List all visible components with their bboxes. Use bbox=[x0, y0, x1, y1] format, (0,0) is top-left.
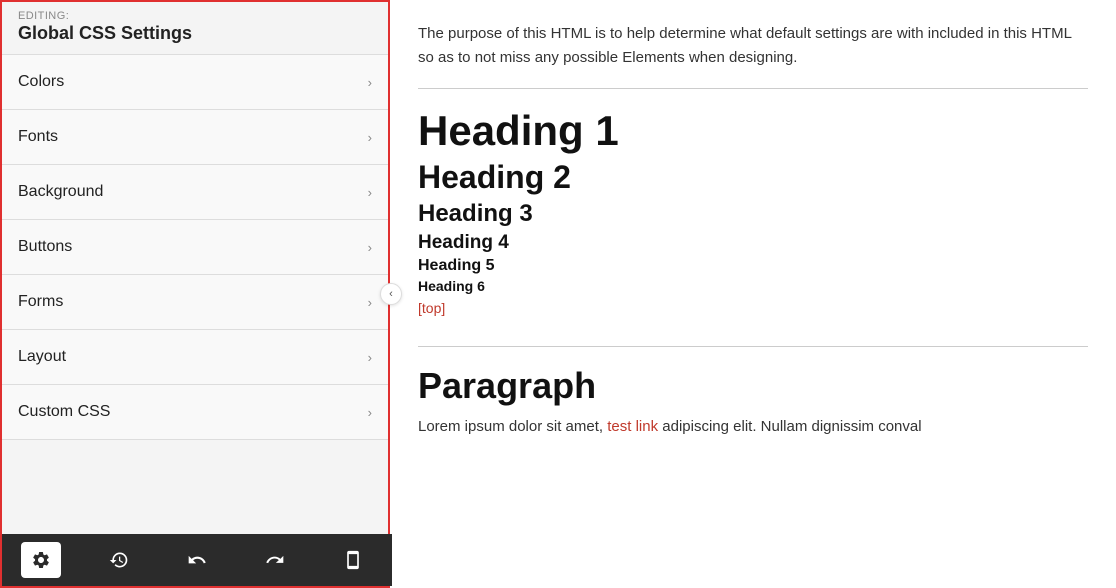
sidebar-item-label-background: Background bbox=[18, 183, 103, 201]
bottom-toolbar bbox=[2, 534, 392, 586]
headings-section: Heading 1 Heading 2 Heading 3 Heading 4 … bbox=[418, 107, 1088, 347]
intro-paragraph: The purpose of this HTML is to help dete… bbox=[418, 22, 1088, 89]
mobile-icon bbox=[343, 550, 363, 570]
undo-icon bbox=[187, 550, 207, 570]
sidebar-item-colors[interactable]: Colors › bbox=[2, 55, 388, 109]
heading-3-demo: Heading 3 bbox=[418, 200, 1088, 228]
sidebar-menu-item-layout: Layout › bbox=[2, 330, 388, 385]
sidebar-item-fonts[interactable]: Fonts › bbox=[2, 110, 388, 164]
sidebar-item-layout[interactable]: Layout › bbox=[2, 330, 388, 384]
sidebar-item-label-buttons: Buttons bbox=[18, 238, 72, 256]
chevron-right-icon-custom-css: › bbox=[368, 405, 372, 420]
sidebar-item-label-custom-css: Custom CSS bbox=[18, 403, 110, 421]
settings-button[interactable] bbox=[21, 542, 61, 578]
sidebar-menu-item-buttons: Buttons › bbox=[2, 220, 388, 275]
history-icon bbox=[109, 550, 129, 570]
chevron-right-icon-forms: › bbox=[368, 295, 372, 310]
sidebar-menu-item-background: Background › bbox=[2, 165, 388, 220]
sidebar-item-label-colors: Colors bbox=[18, 73, 64, 91]
sidebar-item-buttons[interactable]: Buttons › bbox=[2, 220, 388, 274]
sidebar-item-label-forms: Forms bbox=[18, 293, 63, 311]
sidebar-item-label-fonts: Fonts bbox=[18, 128, 58, 146]
main-content: The purpose of this HTML is to help dete… bbox=[390, 0, 1116, 588]
heading-4-demo: Heading 4 bbox=[418, 232, 1088, 254]
sidebar-item-custom-css[interactable]: Custom CSS › bbox=[2, 385, 388, 439]
sidebar-header: EDITING: Global CSS Settings bbox=[2, 2, 388, 55]
redo-button[interactable] bbox=[255, 542, 295, 578]
chevron-right-icon-fonts: › bbox=[368, 130, 372, 145]
paragraph-body-text-2: adipiscing elit. Nullam dignissim conval bbox=[658, 418, 921, 435]
heading-2-demo: Heading 2 bbox=[418, 159, 1088, 196]
paragraph-body: Lorem ipsum dolor sit amet, test link ad… bbox=[418, 415, 1088, 440]
collapse-icon: ‹ bbox=[389, 288, 393, 300]
sidebar-menu-item-custom-css: Custom CSS › bbox=[2, 385, 388, 440]
redo-icon bbox=[265, 550, 285, 570]
gear-icon bbox=[31, 550, 51, 570]
sidebar-item-forms[interactable]: Forms › bbox=[2, 275, 388, 329]
paragraph-body-text: Lorem ipsum dolor sit amet, bbox=[418, 418, 607, 435]
sidebar-menu-item-colors: Colors › bbox=[2, 55, 388, 110]
sidebar-menu-item-fonts: Fonts › bbox=[2, 110, 388, 165]
heading-1-demo: Heading 1 bbox=[418, 107, 1088, 155]
undo-button[interactable] bbox=[177, 542, 217, 578]
paragraph-title: Paragraph bbox=[418, 365, 1088, 407]
heading-6-demo: Heading 6 bbox=[418, 278, 1088, 294]
sidebar-menu: Colors › Fonts › Background › Buttons › bbox=[2, 55, 388, 586]
chevron-right-icon-layout: › bbox=[368, 350, 372, 365]
history-button[interactable] bbox=[99, 542, 139, 578]
heading-5-demo: Heading 5 bbox=[418, 257, 1088, 275]
sidebar-item-label-layout: Layout bbox=[18, 348, 66, 366]
chevron-right-icon-buttons: › bbox=[368, 240, 372, 255]
intro-text: The purpose of this HTML is to help dete… bbox=[418, 25, 1071, 66]
editing-label: EDITING: bbox=[18, 10, 372, 22]
chevron-right-icon-background: › bbox=[368, 185, 372, 200]
sidebar: EDITING: Global CSS Settings Colors › Fo… bbox=[0, 0, 390, 588]
sidebar-menu-item-forms: Forms › bbox=[2, 275, 388, 330]
chevron-right-icon-colors: › bbox=[368, 75, 372, 90]
paragraph-section: Paragraph Lorem ipsum dolor sit amet, te… bbox=[418, 365, 1088, 440]
sidebar-item-background[interactable]: Background › bbox=[2, 165, 388, 219]
mobile-button[interactable] bbox=[333, 542, 373, 578]
top-link[interactable]: [top] bbox=[418, 300, 445, 316]
sidebar-title: Global CSS Settings bbox=[18, 23, 372, 44]
sidebar-collapse-button[interactable]: ‹ bbox=[380, 283, 402, 305]
test-link[interactable]: test link bbox=[607, 418, 658, 435]
